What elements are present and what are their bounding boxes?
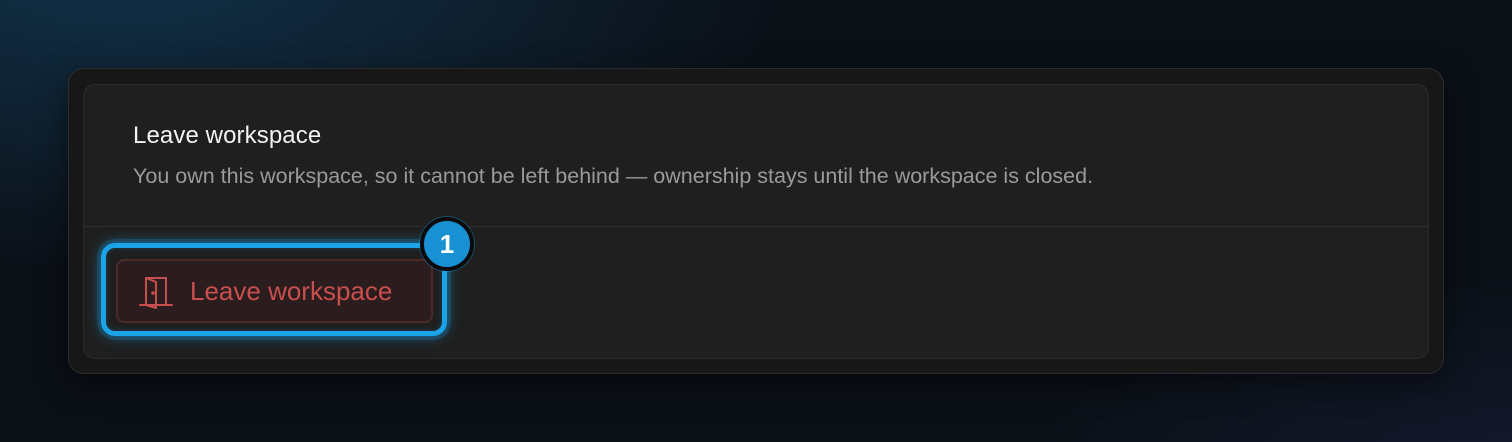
leave-workspace-card: Leave workspace You own this workspace, … [83,84,1429,359]
leave-workspace-button[interactable]: Leave workspace [116,259,433,323]
card-header: Leave workspace You own this workspace, … [84,85,1428,227]
settings-panel: Leave workspace You own this workspace, … [68,68,1444,374]
card-description: You own this workspace, so it cannot be … [133,164,1094,188]
leave-workspace-label: Leave workspace [190,275,393,306]
step-number-badge: 1 [420,217,474,271]
card-title: Leave workspace [133,122,322,149]
door-icon [138,273,174,309]
